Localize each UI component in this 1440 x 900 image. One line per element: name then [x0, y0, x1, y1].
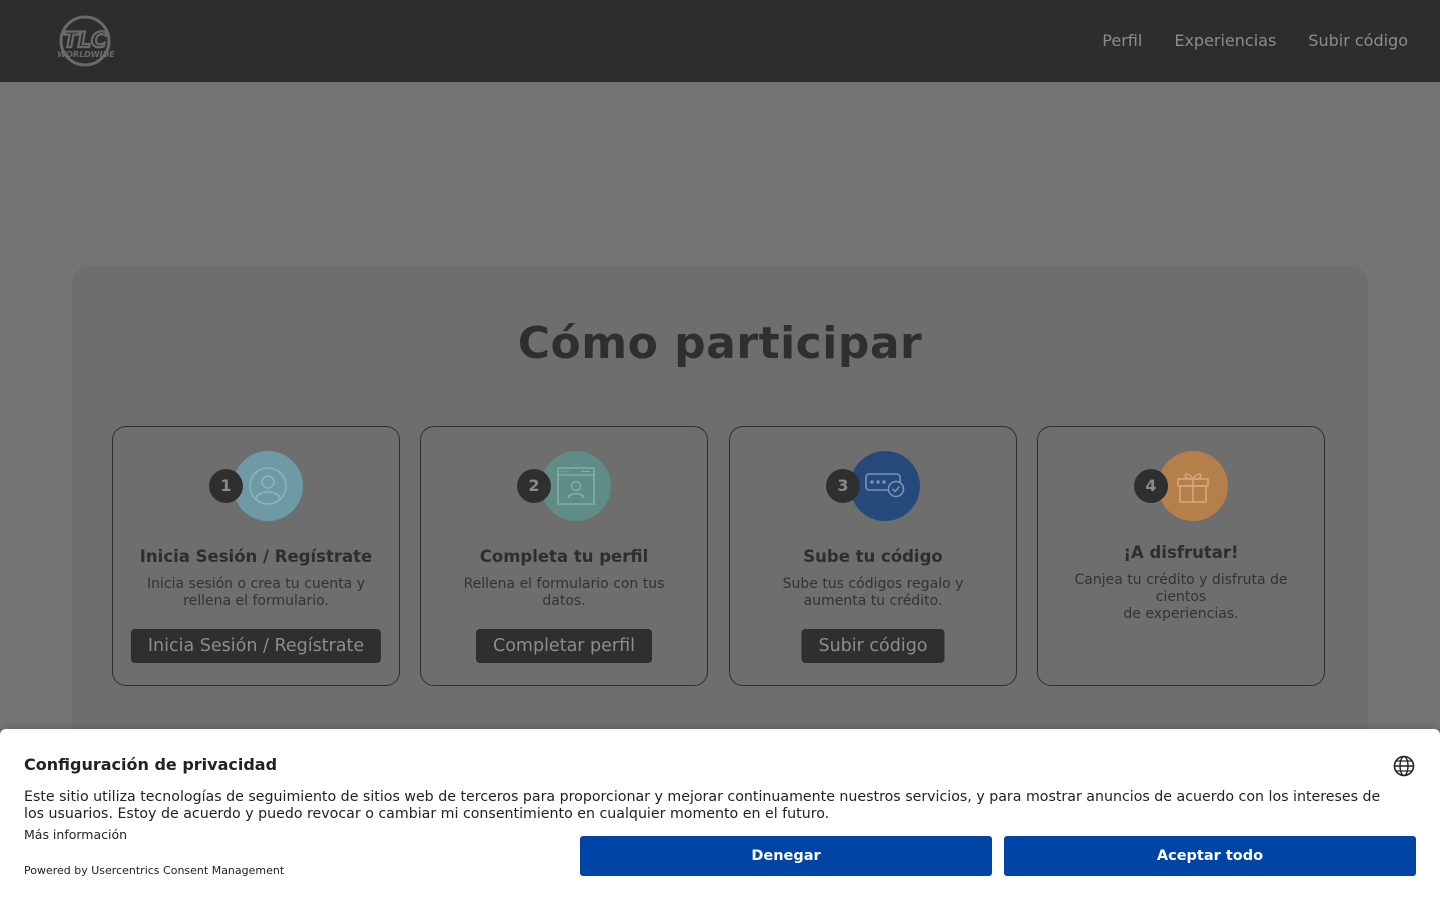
step-4-icon-circle	[1158, 451, 1228, 521]
step-number-1: 1	[209, 469, 243, 503]
page-title: Cómo participar	[517, 318, 923, 369]
step-number-4: 4	[1134, 469, 1168, 503]
step-number-2: 2	[517, 469, 551, 503]
language-globe-icon[interactable]	[1393, 755, 1415, 777]
svg-text:TLC: TLC	[63, 28, 107, 52]
nav-experiencias[interactable]: Experiencias	[1174, 29, 1276, 53]
step-3-description: Sube tus códigos regalo y aumenta tu cré…	[782, 576, 964, 609]
upload-code-button[interactable]: Subir código	[801, 629, 945, 663]
svg-text:WORLDWIDE: WORLDWIDE	[57, 50, 115, 59]
tlc-logo[interactable]: TLC WORLDWIDE	[52, 13, 122, 69]
step-4-description: Canjea tu crédito y disfruta de cientos …	[1074, 572, 1288, 622]
profile-form-icon	[557, 467, 595, 505]
consent-title: Configuración de privacidad	[24, 755, 278, 774]
main-nav: Perfil Experiencias Subir código	[1102, 29, 1408, 53]
complete-profile-button[interactable]: Completar perfil	[475, 629, 653, 663]
powered-by-text: Powered by Usercentrics Consent Manageme…	[24, 864, 285, 877]
step-1-title: Inicia Sesión / Regístrate	[139, 547, 373, 566]
top-navbar: TLC WORLDWIDE Perfil Experiencias Subir …	[0, 0, 1440, 82]
more-info-link[interactable]: Más información	[24, 827, 127, 842]
step-2-description: Rellena el formulario con tus datos.	[463, 576, 665, 609]
accept-all-button[interactable]: Aceptar todo	[1004, 836, 1416, 876]
nav-subir-codigo[interactable]: Subir código	[1308, 29, 1408, 53]
nav-perfil[interactable]: Perfil	[1102, 29, 1142, 53]
code-check-icon	[865, 473, 905, 498]
step-card-2: 2 Completa tu perfil Rellena el formular…	[420, 426, 708, 686]
step-1-icon-circle	[233, 451, 303, 521]
step-number-3: 3	[826, 469, 860, 503]
user-icon	[249, 467, 287, 505]
step-1-description: Inicia sesión o crea tu cuenta y rellena…	[147, 576, 365, 609]
step-card-4: 4 ¡A disfrutar! Canjea tu crédito y disf…	[1037, 426, 1325, 686]
consent-description: Este sitio utiliza tecnologías de seguim…	[24, 789, 1381, 822]
step-card-3: 3 Sube tu código Sube tus códigos regalo…	[729, 426, 1017, 686]
step-4-title: ¡A disfrutar!	[1123, 543, 1239, 562]
login-register-button[interactable]: Inicia Sesión / Regístrate	[130, 629, 382, 663]
deny-button[interactable]: Denegar	[580, 836, 992, 876]
step-2-icon-circle	[541, 451, 611, 521]
gift-icon	[1177, 473, 1209, 503]
step-card-1: 1 Inicia Sesión / Regístrate Inicia sesi…	[112, 426, 400, 686]
privacy-consent-banner: Configuración de privacidad Este sitio u…	[0, 729, 1440, 900]
step-2-title: Completa tu perfil	[479, 547, 649, 566]
step-3-title: Sube tu código	[803, 547, 943, 566]
step-3-icon-circle	[850, 451, 920, 521]
